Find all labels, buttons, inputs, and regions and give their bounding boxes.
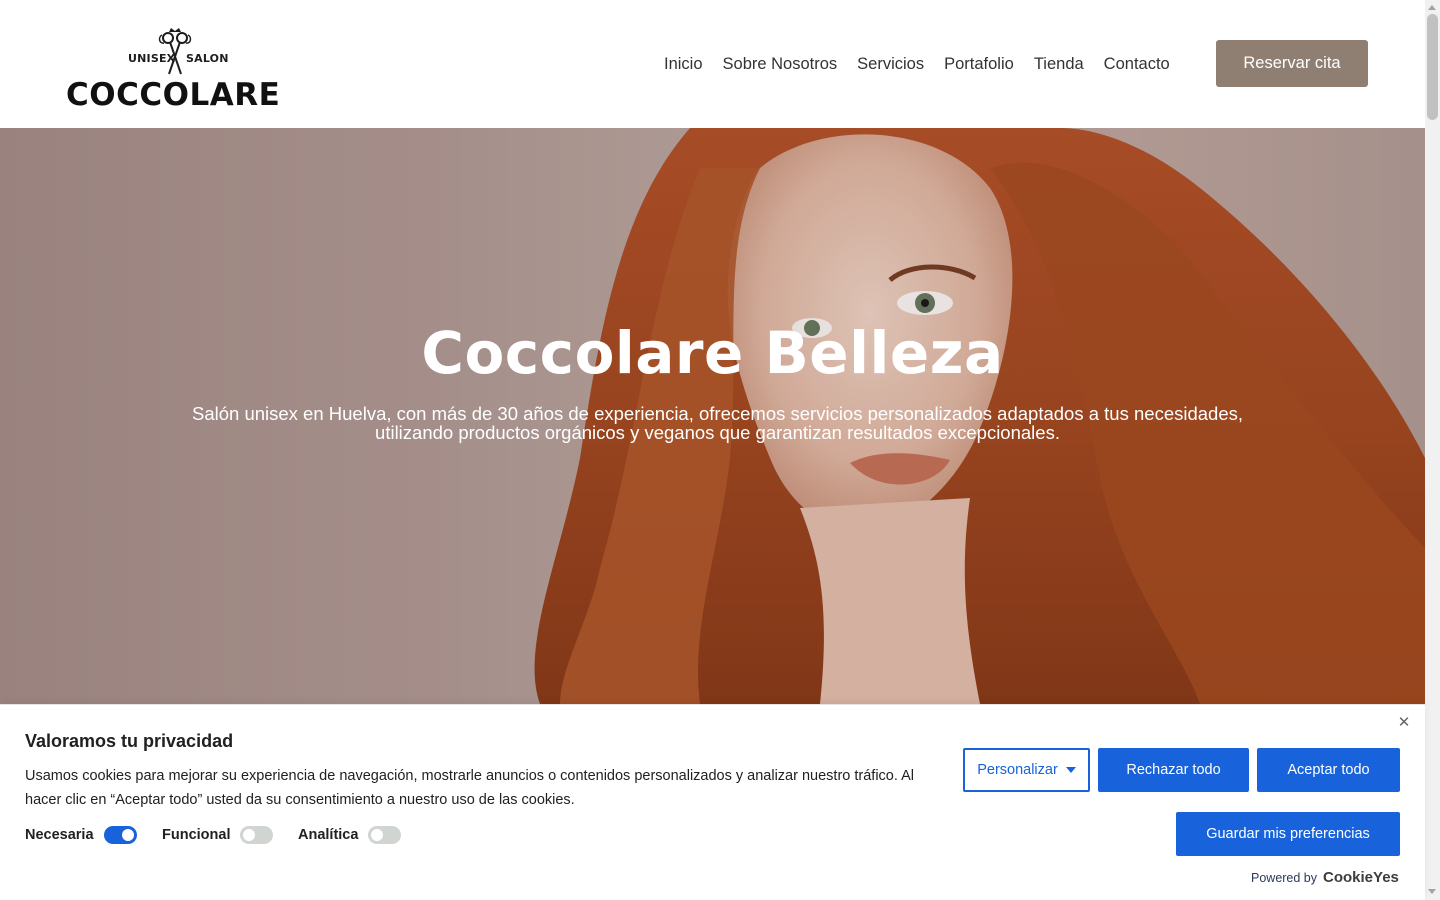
book-appointment-button[interactable]: Reservar cita — [1216, 40, 1368, 87]
scroll-up-arrow-icon[interactable] — [1428, 5, 1436, 10]
site-header: UNISEX SALON COCCOLARE Inicio Sobre Noso… — [0, 0, 1425, 128]
main-nav: Inicio Sobre Nosotros Servicios Portafol… — [664, 52, 1190, 76]
nav-tienda[interactable]: Tienda — [1034, 55, 1084, 74]
powered-by[interactable]: Powered by CookieYes — [1251, 869, 1399, 886]
hero-title: Coccolare Belleza — [421, 319, 1004, 387]
toggle-label: Funcional — [162, 827, 231, 843]
hero-subtitle-line-1: Salón unisex en Huelva, con más de 30 añ… — [191, 403, 1244, 424]
toggle-label: Analítica — [298, 827, 359, 843]
switch-knob — [121, 829, 134, 841]
toggle-analytics: Analítica — [298, 825, 402, 845]
customize-label: Personalizar — [977, 762, 1058, 778]
page-scrollbar[interactable] — [1425, 0, 1440, 900]
accept-all-button[interactable]: Aceptar todo — [1257, 748, 1400, 792]
reject-all-button[interactable]: Rechazar todo — [1098, 748, 1249, 792]
nav-contacto[interactable]: Contacto — [1104, 55, 1170, 74]
nav-inicio[interactable]: Inicio — [664, 55, 703, 74]
cookie-consent-banner: ✕ Valoramos tu privacidad Usamos cookies… — [0, 704, 1425, 900]
caret-down-icon — [1065, 767, 1076, 774]
customize-button[interactable]: Personalizar — [963, 748, 1090, 792]
analytics-switch[interactable] — [368, 826, 402, 844]
scrollbar-thumb[interactable] — [1427, 14, 1438, 120]
site-logo[interactable]: UNISEX SALON COCCOLARE — [66, 26, 286, 114]
cookie-title: Valoramos tu privacidad — [25, 731, 234, 751]
scroll-down-arrow-icon[interactable] — [1428, 889, 1436, 894]
functional-switch[interactable] — [240, 826, 274, 844]
hero-banner: Coccolare Belleza Salón unisex en Huelva… — [0, 128, 1425, 704]
toggle-functional: Funcional — [162, 825, 274, 845]
save-preferences-button[interactable]: Guardar mis preferencias — [1176, 812, 1400, 856]
close-icon[interactable]: ✕ — [1395, 714, 1413, 732]
nav-sobre-nosotros[interactable]: Sobre Nosotros — [723, 55, 838, 74]
switch-knob — [243, 829, 256, 841]
cookie-description: Usamos cookies para mejorar su experienc… — [25, 768, 915, 808]
switch-knob — [371, 829, 384, 841]
toggle-label: Necesaria — [25, 827, 94, 843]
logo-unisex: UNISEX — [128, 52, 176, 65]
scissors-crown-icon — [158, 28, 192, 75]
powered-by-text: Powered by — [1251, 871, 1318, 885]
nav-portafolio[interactable]: Portafolio — [944, 55, 1014, 74]
necessary-switch[interactable] — [103, 826, 137, 844]
toggle-necessary: Necesaria — [25, 825, 137, 845]
hero-subtitle: Salón unisex en Huelva, con más de 30 añ… — [170, 404, 1265, 442]
hero-subtitle-line-2: utilizando productos orgánicos y veganos… — [375, 422, 1060, 443]
cookieyes-logo: CookieYes — [1323, 869, 1399, 886]
logo-wordmark: COCCOLARE — [66, 77, 281, 113]
logo-tagline: UNISEX SALON — [128, 52, 229, 65]
logo-salon: SALON — [186, 52, 229, 65]
nav-servicios[interactable]: Servicios — [857, 55, 924, 74]
